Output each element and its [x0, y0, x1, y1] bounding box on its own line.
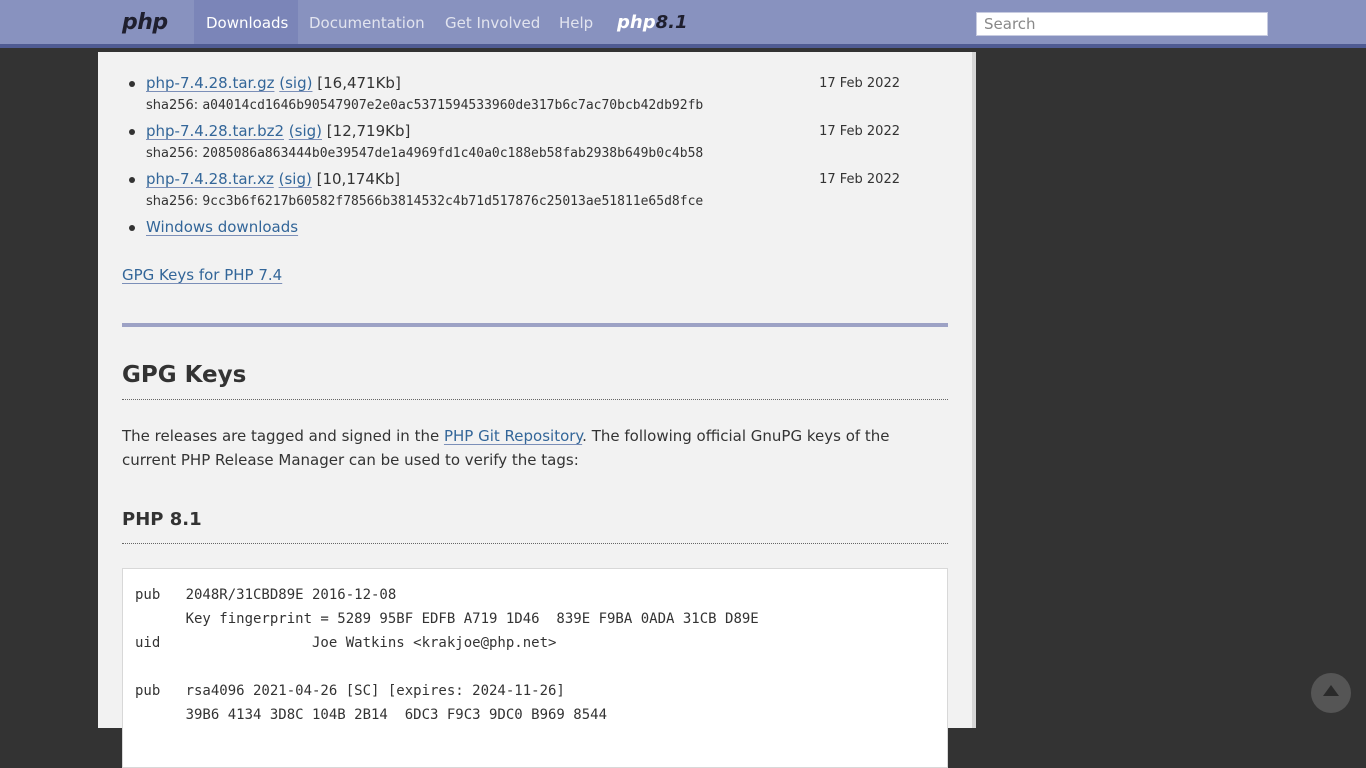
code-line: pub 2048R/31CBD89E 2016-12-08 — [135, 587, 397, 603]
sig-link[interactable]: (sig) — [289, 122, 322, 140]
nav-help[interactable]: Help — [547, 0, 605, 44]
search-input[interactable] — [976, 12, 1268, 36]
code-line: pub rsa4096 2021-04-26 [SC] [expires: 20… — [135, 683, 565, 699]
nav-documentation[interactable]: Documentation — [297, 0, 437, 44]
php-version-logo[interactable]: php8.1 — [617, 12, 687, 33]
code-line: Key fingerprint = 5289 95BF EDFB A719 1D… — [135, 611, 759, 627]
release-date: 17 Feb 2022 — [819, 172, 900, 187]
download-item: php-7.4.28.tar.gz (sig) [16,471Kb] 17 Fe… — [98, 74, 924, 122]
code-line: 39B6 4134 3D8C 104B 2B14 6DC3 F9C3 9DC0 … — [135, 707, 608, 723]
sha256-line: sha256: a04014cd1646b90547907e2e0ac53715… — [146, 98, 703, 113]
nav-downloads[interactable]: Downloads — [194, 0, 298, 44]
sha-label: sha256: — [146, 146, 199, 161]
php81-heading: PHP 8.1 — [122, 509, 202, 530]
gpg-key-code-block: pub 2048R/31CBD89E 2016-12-08 Key finger… — [122, 568, 948, 768]
file-size: [10,174Kb] — [316, 170, 401, 188]
download-item: php-7.4.28.tar.bz2 (sig) [12,719Kb] 17 F… — [98, 122, 924, 170]
top-navbar: php Downloads Documentation Get Involved… — [0, 0, 1366, 48]
gpg-keys-heading: GPG Keys — [122, 362, 247, 388]
subheading-rule — [122, 543, 948, 544]
release-date: 17 Feb 2022 — [819, 76, 900, 91]
download-item: Windows downloads — [98, 218, 924, 242]
sha256-line: sha256: 2085086a863444b0e39547de1a4969fd… — [146, 146, 703, 161]
sha-label: sha256: — [146, 194, 199, 209]
download-link[interactable]: php-7.4.28.tar.bz2 — [146, 122, 284, 140]
code-line: uid Joe Watkins <krakjoe@php.net> — [135, 635, 557, 651]
sha256-line: sha256: 9cc3b6f6217b60582f78566b3814532c… — [146, 194, 703, 209]
sha-label: sha256: — [146, 98, 199, 113]
gpg-intro-paragraph: The releases are tagged and signed in th… — [122, 424, 942, 472]
file-size: [16,471Kb] — [317, 74, 401, 92]
sha-hash: a04014cd1646b90547907e2e0ac5371594533960… — [202, 98, 704, 113]
php-version-logo-number: 8.1 — [655, 12, 688, 33]
sha-hash: 9cc3b6f6217b60582f78566b3814532c4b71d517… — [202, 194, 704, 209]
back-to-top-button[interactable] — [1311, 673, 1351, 713]
heading-rule — [122, 399, 948, 400]
sha-hash: 2085086a863444b0e39547de1a4969fd1c40a0c1… — [202, 146, 704, 161]
download-item: php-7.4.28.tar.xz (sig) [10,174Kb] 17 Fe… — [98, 170, 924, 218]
gpg-keys-php74-link[interactable]: GPG Keys for PHP 7.4 — [122, 266, 282, 284]
sig-link[interactable]: (sig) — [279, 74, 312, 92]
php-git-repository-link[interactable]: PHP Git Repository — [444, 427, 582, 445]
section-divider — [122, 323, 948, 327]
php-logo[interactable]: php — [122, 10, 168, 35]
arrow-up-icon — [1323, 685, 1339, 696]
download-link[interactable]: php-7.4.28.tar.gz — [146, 74, 274, 92]
release-date: 17 Feb 2022 — [819, 124, 900, 139]
sig-link[interactable]: (sig) — [279, 170, 312, 188]
file-size: [12,719Kb] — [326, 122, 411, 140]
download-link[interactable]: php-7.4.28.tar.xz — [146, 170, 274, 188]
windows-downloads-link[interactable]: Windows downloads — [146, 218, 298, 236]
php-version-logo-prefix: php — [617, 12, 656, 33]
para-text-before: The releases are tagged and signed in th… — [122, 427, 444, 445]
nav-get-involved[interactable]: Get Involved — [433, 0, 552, 44]
main-content: php-7.4.28.tar.gz (sig) [16,471Kb] 17 Fe… — [98, 52, 976, 768]
